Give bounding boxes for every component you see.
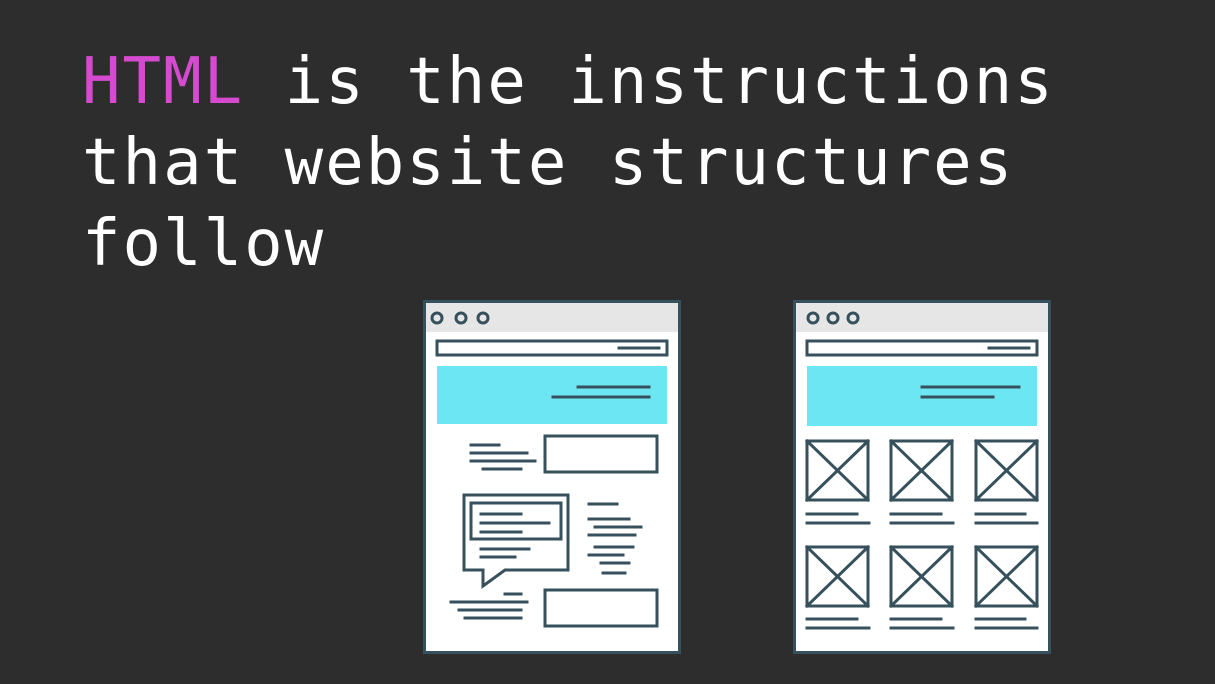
headline-accent: HTML bbox=[82, 45, 245, 119]
headline: HTML is the instructions that website st… bbox=[82, 42, 1182, 285]
hero-block bbox=[437, 366, 667, 424]
browser-bar bbox=[426, 303, 678, 332]
slide: HTML is the instructions that website st… bbox=[0, 0, 1215, 684]
image-grid-wireframe-illustration bbox=[793, 300, 1051, 654]
content-page-wireframe-illustration bbox=[423, 300, 681, 654]
browser-bar bbox=[796, 303, 1048, 332]
